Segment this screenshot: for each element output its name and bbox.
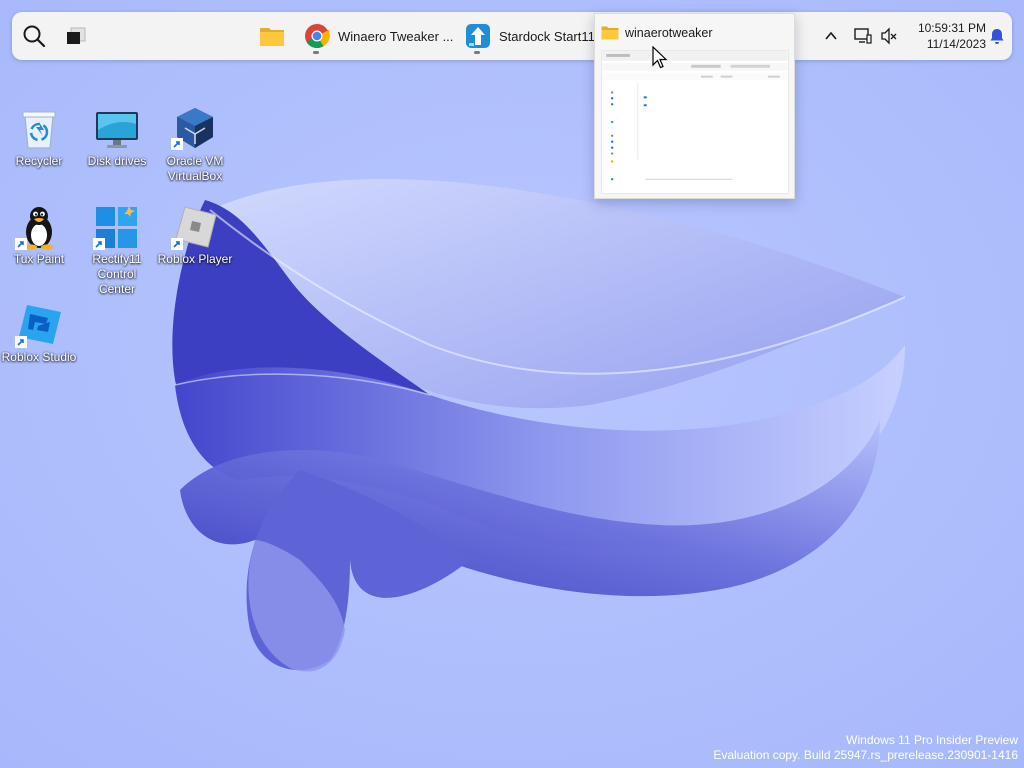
watermark-edition: Windows 11 Pro Insider Preview	[846, 733, 1018, 747]
desktop-icon-disk-drives[interactable]: Disk drives	[79, 104, 155, 169]
windows-watermark: Windows 11 Pro Insider Preview Evaluatio…	[713, 733, 1018, 763]
taskbar: Winaero Tweaker ... Stardock Start11 ...…	[12, 12, 1012, 60]
desktop-icon-label: Tux Paint	[13, 252, 65, 266]
desktop-icon-recycler[interactable]: Recycler	[1, 104, 77, 169]
window-preview-title: winaerotweaker	[625, 26, 713, 40]
monitor-icon	[96, 112, 138, 148]
shortcut-arrow-icon	[93, 238, 105, 250]
taskbar-app-file-explorer[interactable]	[252, 16, 292, 56]
taskbar-app-label: Winaero Tweaker ...	[338, 28, 454, 44]
desktop-icon-roblox-studio[interactable]: Roblox Studio	[1, 302, 77, 365]
running-indicator	[313, 51, 319, 54]
desktop-icon-label: Disk drives	[87, 154, 147, 168]
desktop-icon-roblox-player[interactable]: Roblox Player	[157, 204, 233, 267]
recycle-bin-icon	[22, 111, 56, 149]
shortcut-arrow-icon	[171, 238, 183, 250]
search-button[interactable]	[14, 16, 54, 56]
task-view-button[interactable]	[56, 16, 96, 56]
watermark-build: Evaluation copy. Build 25947.rs_prerelea…	[713, 748, 1018, 762]
taskbar-app-chrome[interactable]: Winaero Tweaker ...	[300, 16, 453, 56]
folder-icon	[260, 28, 284, 46]
desktop-icon-label: Roblox Studio	[1, 350, 77, 364]
taskbar-app-label: Stardock Start11 ...	[499, 28, 610, 44]
window-preview-thumbnail	[601, 50, 789, 194]
chevron-up-icon	[825, 31, 837, 40]
desktop-icon-label: Rectify11 Control Center	[92, 252, 142, 296]
folder-icon	[601, 26, 619, 40]
desktop-icon-label: Oracle VM VirtualBox	[166, 154, 224, 183]
desktop-icon-tux-paint[interactable]: Tux Paint	[1, 204, 77, 267]
shortcut-arrow-icon	[171, 138, 183, 150]
taskbar-clock[interactable]: 10:59:31 PM 11/14/2023	[908, 20, 986, 52]
network-icon	[854, 28, 872, 44]
start11-icon	[466, 24, 490, 48]
desktop-icon-rectify11[interactable]: Rectify11 Control Center	[79, 204, 155, 297]
desktop-icon-label: Roblox Player	[157, 252, 233, 266]
clock-time: 10:59:31 PM	[917, 21, 986, 35]
show-hidden-icons-button[interactable]	[812, 16, 850, 56]
task-view-icon	[67, 27, 86, 44]
desktop-icon-label: Recycler	[15, 154, 63, 168]
volume-button[interactable]	[874, 16, 904, 56]
shortcut-arrow-icon	[15, 238, 27, 250]
volume-muted-icon	[881, 27, 897, 45]
notifications-button[interactable]	[984, 16, 1010, 56]
running-indicator	[474, 51, 480, 54]
taskbar-app-start11[interactable]: Stardock Start11 ...	[461, 16, 609, 56]
clock-date: 11/14/2023	[926, 37, 986, 51]
bell-icon	[990, 29, 1004, 44]
shortcut-arrow-icon	[15, 336, 27, 348]
search-icon	[23, 25, 46, 48]
desktop-icon-virtualbox[interactable]: Oracle VM VirtualBox	[157, 104, 233, 184]
mouse-cursor-icon	[652, 46, 668, 69]
window-preview[interactable]: winaerotweaker	[594, 13, 795, 199]
chrome-icon	[305, 24, 330, 49]
